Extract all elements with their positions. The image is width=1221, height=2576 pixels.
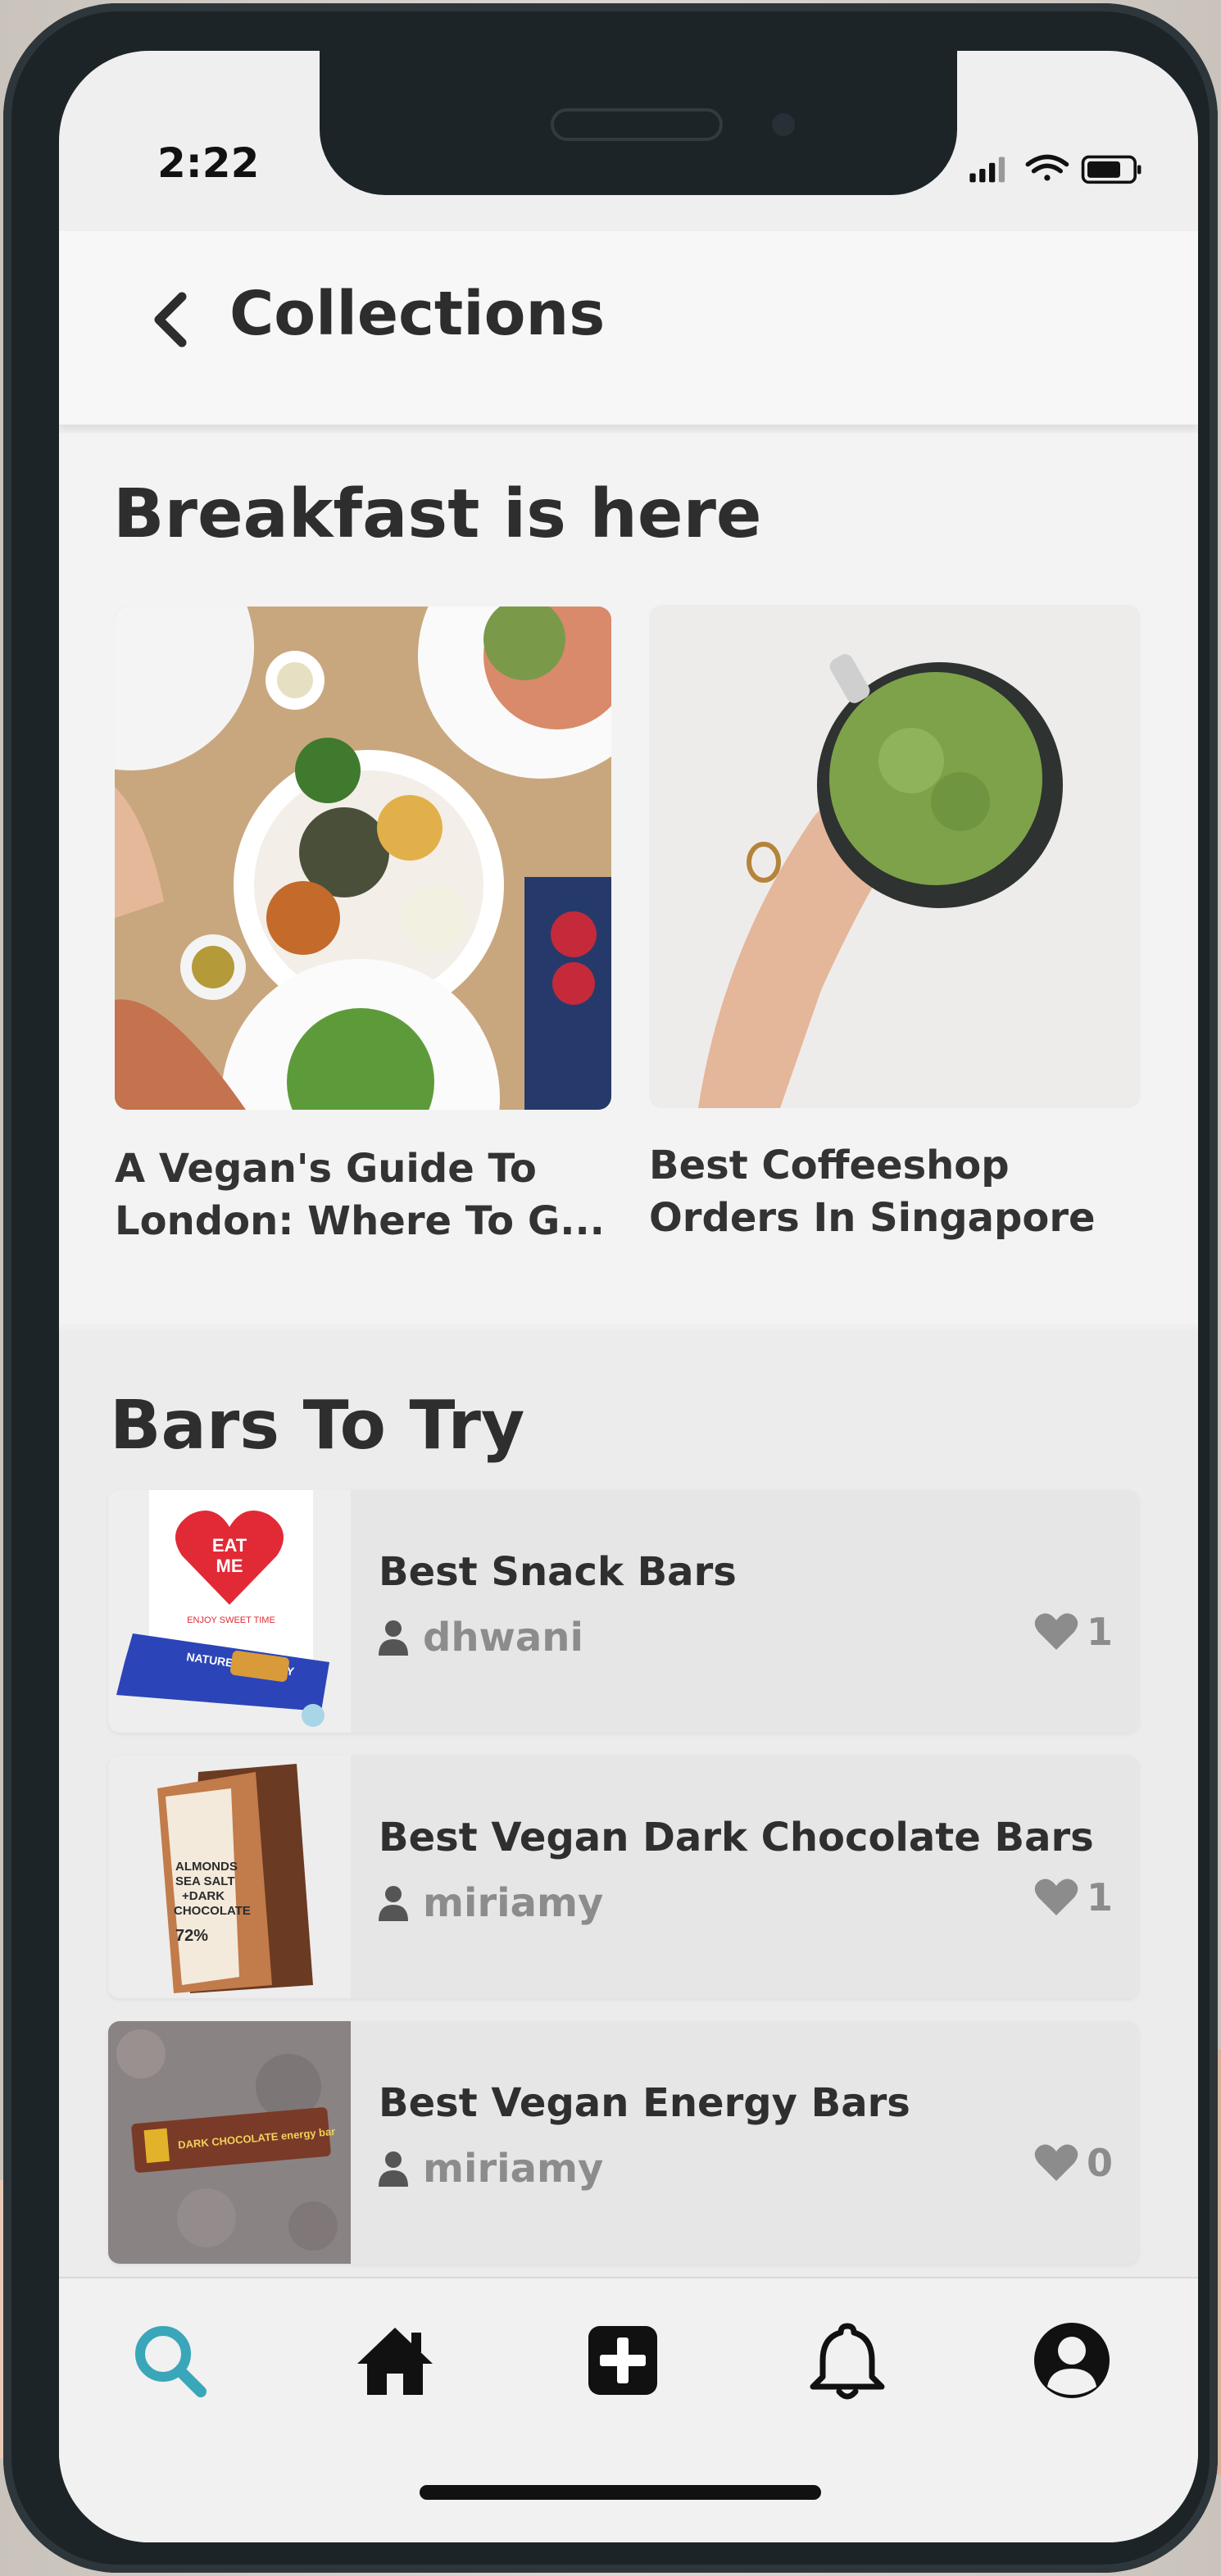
battery-icon <box>1081 155 1142 184</box>
bell-icon[interactable] <box>806 2319 888 2401</box>
user-icon <box>379 1620 408 1656</box>
thumb-text: 72% <box>175 1927 208 1945</box>
add-icon[interactable] <box>582 2319 664 2401</box>
heart-icon <box>1034 1613 1078 1650</box>
profile-icon[interactable] <box>1031 2319 1113 2401</box>
status-icons <box>969 154 1142 184</box>
like-count[interactable]: 0 <box>1034 2141 1113 2185</box>
front-camera <box>772 113 795 136</box>
snack-bar-thumbnail: EAT ME ENJOY SWEET TIME NATURE'S BAKERY <box>108 1490 351 1733</box>
section-title-bars: Bars To Try <box>110 1387 525 1465</box>
card-title-line: London: Where To G... <box>115 1198 605 1244</box>
notch <box>320 51 957 195</box>
home-icon[interactable] <box>354 2319 436 2401</box>
thumb-text: ALMONDS <box>175 1860 238 1874</box>
like-count[interactable]: 1 <box>1034 1610 1113 1654</box>
thumb-heart-text: ME <box>216 1556 243 1576</box>
section-title-breakfast: Breakfast is here <box>113 475 762 553</box>
vegan-guide-card-image[interactable] <box>115 607 611 1110</box>
list-item-author: miriamy <box>379 1879 603 1928</box>
app-screen: 2:22 Collections Breakfast is here A Veg… <box>59 51 1198 2542</box>
bottom-nav <box>59 2277 1198 2542</box>
like-count-value: 1 <box>1086 1875 1113 1920</box>
thumb-text: +DARK <box>182 1889 225 1903</box>
list-item-title: Best Vegan Energy Bars <box>379 2080 910 2126</box>
heart-icon <box>1034 1879 1078 1915</box>
list-item-author: miriamy <box>379 2144 603 2193</box>
list-item-author: dhwani <box>379 1613 583 1662</box>
signal-icon <box>969 157 1005 183</box>
coffeeshop-card-title[interactable]: Best Coffeeshop Orders In Singapore <box>649 1139 1157 1244</box>
like-count-value: 0 <box>1086 2141 1113 2185</box>
coffeeshop-card-image[interactable] <box>649 605 1141 1108</box>
author-name: dhwani <box>423 1615 583 1661</box>
like-count[interactable]: 1 <box>1034 1875 1113 1920</box>
list-item-best-snack-bars[interactable]: EAT ME ENJOY SWEET TIME NATURE'S BAKERY … <box>108 1490 1139 1733</box>
list-item-title: Best Vegan Dark Chocolate Bars <box>379 1815 1094 1860</box>
user-icon <box>379 1886 408 1921</box>
card-title-line: Orders In Singapore <box>649 1195 1096 1241</box>
matcha-photo <box>649 605 1141 1108</box>
thumb-heart-text: EAT <box>212 1535 247 1556</box>
energy-bar-thumbnail: DARK CHOCOLATE energy bar <box>108 2021 351 2264</box>
author-name: miriamy <box>423 1880 604 1926</box>
home-indicator[interactable] <box>420 2485 821 2500</box>
bars-section: Bars To Try EAT ME ENJOY SWEET TIME NATU… <box>59 1329 1198 2329</box>
search-icon[interactable] <box>129 2319 211 2401</box>
list-item-best-vegan-dark-chocolate-bars[interactable]: ALMONDS SEA SALT +DARK CHOCOLATE 72% Bes… <box>108 1756 1139 1998</box>
speaker-grille <box>551 108 723 141</box>
app-header: Collections <box>59 231 1198 425</box>
thumb-caption: ENJOY SWEET TIME <box>187 1615 275 1625</box>
thumb-text: SEA SALT <box>175 1874 235 1888</box>
vegan-guide-card-title[interactable]: A Vegan's Guide To London: Where To G... <box>115 1143 623 1247</box>
card-title-line: Best Coffeeshop <box>649 1143 1010 1188</box>
phone-frame: 2:22 Collections Breakfast is here A Veg… <box>3 3 1218 2573</box>
like-count-value: 1 <box>1086 1610 1113 1654</box>
list-item-title: Best Snack Bars <box>379 1549 737 1595</box>
page-title: Collections <box>229 279 606 349</box>
chocolate-bar-thumbnail: ALMONDS SEA SALT +DARK CHOCOLATE 72% <box>108 1756 351 1998</box>
thumb-text: CHOCOLATE <box>174 1904 251 1918</box>
food-photo <box>115 607 611 1110</box>
list-item-best-vegan-energy-bars[interactable]: DARK CHOCOLATE energy bar Best Vegan Ene… <box>108 2021 1139 2264</box>
wifi-icon <box>1025 154 1069 181</box>
card-title-line: A Vegan's Guide To <box>115 1146 537 1192</box>
status-time: 2:22 <box>157 139 260 187</box>
chevron-left-icon[interactable] <box>149 290 190 349</box>
breakfast-section: Breakfast is here A Vegan's Guide To Lon… <box>59 433 1198 1324</box>
user-icon <box>379 2151 408 2187</box>
heart-icon <box>1034 2144 1078 2181</box>
author-name: miriamy <box>423 2146 604 2192</box>
